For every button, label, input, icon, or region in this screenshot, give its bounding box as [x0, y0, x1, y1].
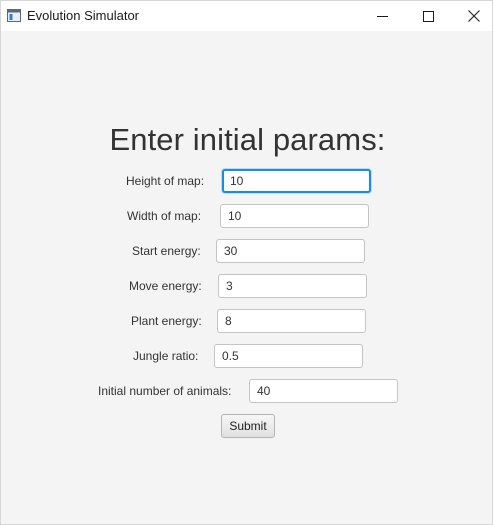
initial-animals-input[interactable] — [249, 379, 398, 403]
height-of-map-label: Height of map: — [126, 174, 205, 188]
close-button[interactable] — [451, 1, 493, 31]
plant-energy-input[interactable] — [217, 309, 366, 333]
title-bar[interactable]: Evolution Simulator — [1, 1, 492, 31]
form-heading: Enter initial params: — [109, 122, 386, 157]
minimize-button[interactable] — [359, 1, 405, 31]
close-icon — [468, 10, 480, 22]
maximize-icon — [422, 10, 434, 22]
jungle-ratio-input[interactable] — [214, 344, 363, 368]
app-window: Evolution Simulator Enter initial params… — [0, 0, 493, 525]
maximize-button[interactable] — [405, 1, 451, 31]
jungle-ratio-label: Jungle ratio: — [133, 349, 199, 363]
initial-animals-label: Initial number of animals: — [98, 384, 232, 398]
start-energy-input[interactable] — [216, 239, 365, 263]
width-of-map-label: Width of map: — [127, 209, 202, 223]
minimize-icon — [376, 11, 388, 22]
height-of-map-input[interactable] — [222, 169, 371, 193]
submit-button[interactable]: Submit — [221, 414, 275, 438]
move-energy-label: Move energy: — [129, 279, 202, 293]
start-energy-label: Start energy: — [132, 244, 201, 258]
width-of-map-input[interactable] — [220, 204, 369, 228]
plant-energy-label: Plant energy: — [131, 314, 202, 328]
window-title: Evolution Simulator — [27, 8, 139, 23]
move-energy-input[interactable] — [218, 274, 367, 298]
app-window-icon — [7, 9, 21, 22]
